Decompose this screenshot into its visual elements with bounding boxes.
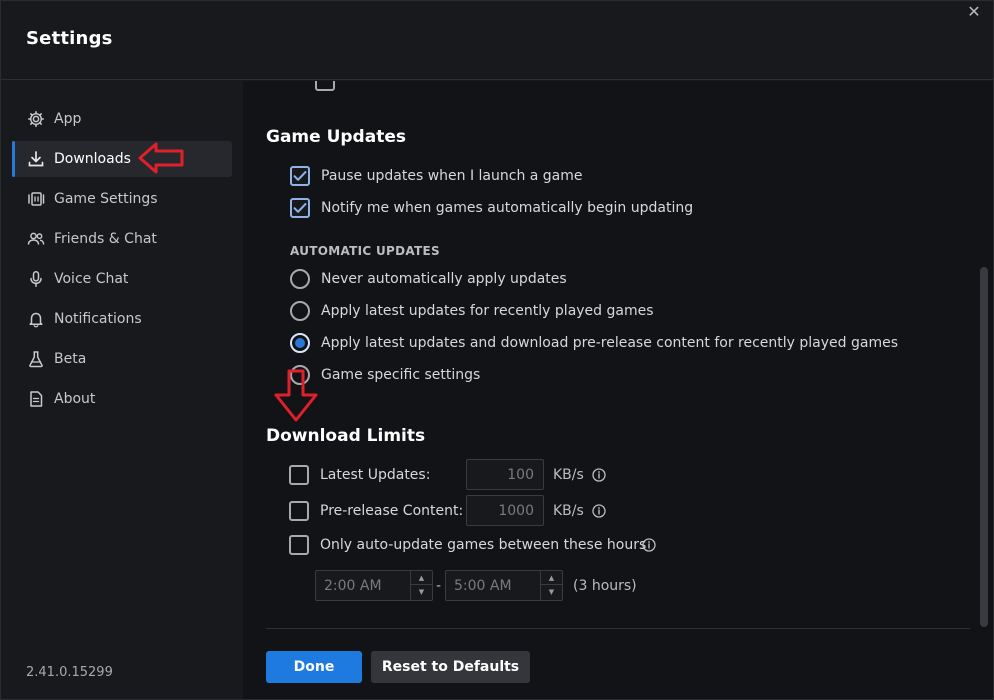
auto-option-label: Never automatically apply updates bbox=[321, 271, 567, 287]
prerelease-checkbox[interactable] bbox=[289, 501, 309, 521]
notify-updates-checkbox[interactable] bbox=[290, 198, 310, 218]
end-time-input[interactable]: 5:00 AM ▲ ▼ bbox=[445, 570, 563, 601]
sidebar-item-label: Beta bbox=[54, 351, 87, 367]
start-time-spinner[interactable]: ▲ ▼ bbox=[410, 571, 432, 600]
scrollbar-thumb[interactable] bbox=[980, 267, 988, 627]
annotation-arrow-down-icon bbox=[274, 369, 318, 422]
chevron-up-icon[interactable]: ▲ bbox=[541, 571, 562, 585]
download-limits-title: Download Limits bbox=[266, 426, 426, 446]
sidebar-item-label: Friends & Chat bbox=[54, 231, 157, 247]
window-title: Settings bbox=[26, 28, 113, 49]
start-time-input[interactable]: 2:00 AM ▲ ▼ bbox=[315, 570, 433, 601]
sidebar-item-downloads[interactable]: Downloads bbox=[12, 141, 232, 177]
auto-update-hours-label: Only auto-update games between these hou… bbox=[320, 537, 647, 553]
sidebar-item-label: App bbox=[54, 111, 82, 127]
time-separator: - bbox=[436, 578, 442, 594]
prerelease-unit: KB/s bbox=[553, 503, 584, 519]
auto-option-label: Game specific settings bbox=[321, 367, 481, 383]
radio-dot bbox=[295, 338, 305, 348]
bell-icon bbox=[26, 309, 46, 329]
sidebar-item-friends-chat[interactable]: Friends & Chat bbox=[12, 221, 232, 257]
sidebar-item-about[interactable]: About bbox=[12, 381, 232, 417]
chevron-down-icon[interactable]: ▼ bbox=[541, 585, 562, 599]
sidebar-item-label: About bbox=[54, 391, 96, 407]
annotation-arrow-left-icon bbox=[138, 142, 184, 174]
sidebar-item-label: Downloads bbox=[54, 151, 131, 167]
notify-updates-row[interactable]: Notify me when games automatically begin… bbox=[290, 196, 693, 220]
auto-update-hours-row[interactable]: Only auto-update games between these hou… bbox=[289, 533, 646, 557]
info-icon[interactable] bbox=[592, 468, 606, 482]
settings-content: Game Updates Pause updates when I launch… bbox=[243, 81, 993, 699]
pause-updates-label: Pause updates when I launch a game bbox=[321, 168, 583, 184]
checkmark-icon bbox=[293, 171, 307, 181]
end-time-value: 5:00 AM bbox=[454, 577, 512, 594]
chevron-up-icon[interactable]: ▲ bbox=[411, 571, 432, 585]
info-icon[interactable] bbox=[642, 538, 656, 552]
game-updates-title: Game Updates bbox=[266, 127, 406, 147]
game-settings-icon bbox=[26, 189, 46, 209]
sidebar-item-label: Game Settings bbox=[54, 191, 158, 207]
radio-prerelease[interactable] bbox=[290, 333, 310, 353]
microphone-icon bbox=[26, 269, 46, 289]
download-icon bbox=[26, 149, 46, 169]
pause-updates-checkbox[interactable] bbox=[290, 166, 310, 186]
auto-option-prerelease[interactable]: Apply latest updates and download pre-re… bbox=[290, 331, 898, 355]
gear-icon bbox=[26, 109, 46, 129]
sidebar-item-app[interactable]: App bbox=[12, 101, 232, 137]
hours-duration: (3 hours) bbox=[573, 578, 637, 594]
radio-never[interactable] bbox=[290, 269, 310, 289]
radio-recent[interactable] bbox=[290, 301, 310, 321]
sidebar-item-label: Notifications bbox=[54, 311, 142, 327]
latest-updates-unit: KB/s bbox=[553, 467, 584, 483]
auto-option-never[interactable]: Never automatically apply updates bbox=[290, 267, 567, 291]
latest-updates-row[interactable]: Latest Updates: bbox=[289, 463, 430, 487]
latest-updates-checkbox[interactable] bbox=[289, 465, 309, 485]
info-icon[interactable] bbox=[592, 504, 606, 518]
auto-option-label: Apply latest updates for recently played… bbox=[321, 303, 654, 319]
pause-updates-row[interactable]: Pause updates when I launch a game bbox=[290, 164, 583, 188]
scrolled-checkbox[interactable] bbox=[315, 81, 335, 91]
auto-update-hours-checkbox[interactable] bbox=[289, 535, 309, 555]
sidebar-item-voice-chat[interactable]: Voice Chat bbox=[12, 261, 232, 297]
prerelease-row[interactable]: Pre-release Content: bbox=[289, 499, 463, 523]
latest-updates-input[interactable]: 100 bbox=[466, 459, 544, 490]
chevron-down-icon[interactable]: ▼ bbox=[411, 585, 432, 599]
sidebar-item-beta[interactable]: Beta bbox=[12, 341, 232, 377]
version-label: 2.41.0.15299 bbox=[26, 665, 113, 680]
sidebar-item-game-settings[interactable]: Game Settings bbox=[12, 181, 232, 217]
done-button[interactable]: Done bbox=[266, 651, 362, 683]
document-icon bbox=[26, 389, 46, 409]
footer-divider bbox=[266, 628, 970, 629]
auto-option-recent[interactable]: Apply latest updates for recently played… bbox=[290, 299, 654, 323]
auto-option-label: Apply latest updates and download pre-re… bbox=[321, 335, 899, 351]
reset-defaults-button[interactable]: Reset to Defaults bbox=[371, 651, 530, 683]
automatic-updates-heading: AUTOMATIC UPDATES bbox=[290, 244, 440, 258]
prerelease-label: Pre-release Content: bbox=[320, 503, 464, 519]
start-time-value: 2:00 AM bbox=[324, 577, 382, 594]
flask-icon bbox=[26, 349, 46, 369]
close-icon[interactable]: ✕ bbox=[965, 3, 983, 21]
friends-icon bbox=[26, 229, 46, 249]
sidebar: App Downloads Game Settings Friends & Ch… bbox=[1, 81, 242, 699]
notify-updates-label: Notify me when games automatically begin… bbox=[321, 200, 694, 216]
checkmark-icon bbox=[293, 203, 307, 213]
sidebar-item-label: Voice Chat bbox=[54, 271, 129, 287]
prerelease-input[interactable]: 1000 bbox=[466, 495, 544, 526]
latest-updates-label: Latest Updates: bbox=[320, 467, 431, 483]
end-time-spinner[interactable]: ▲ ▼ bbox=[540, 571, 562, 600]
settings-window: Settings ✕ App Downloads Game Settings F… bbox=[0, 0, 994, 700]
title-bar: Settings ✕ bbox=[1, 1, 993, 80]
sidebar-item-notifications[interactable]: Notifications bbox=[12, 301, 232, 337]
